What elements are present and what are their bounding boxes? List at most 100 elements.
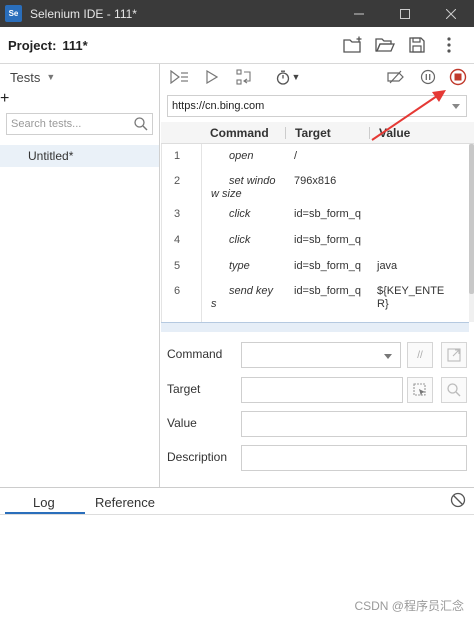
- window-controls: [336, 0, 474, 27]
- row-value: java: [377, 260, 398, 272]
- main-editor: ▼ Command Target Value 1 open /: [161, 64, 474, 487]
- table-row[interactable]: 2 set windo w size 796x816: [162, 175, 470, 207]
- value-input[interactable]: [242, 412, 466, 436]
- column-divider[interactable]: [285, 127, 286, 139]
- open-folder-icon: [375, 38, 395, 52]
- row-command: type: [229, 260, 250, 272]
- header-value: Value: [379, 126, 411, 140]
- tests-section-label: Tests: [10, 69, 41, 85]
- row-command: open: [229, 150, 254, 162]
- run-current-test-button[interactable]: [203, 67, 221, 87]
- row-command: set windo w size: [211, 175, 276, 200]
- test-item-label: Untitled*: [28, 149, 74, 163]
- row-command: click: [229, 208, 251, 220]
- table-row[interactable]: 1 open /: [162, 150, 470, 174]
- target-input[interactable]: [242, 378, 402, 402]
- more-options-button[interactable]: [438, 34, 460, 56]
- log-panel: Log Reference CSDN @程序员汇念: [0, 487, 474, 617]
- watermark: CSDN @程序员汇念: [354, 599, 464, 613]
- new-project-button[interactable]: [342, 34, 364, 56]
- table-row[interactable]: 6 send key s id=sb_form_q ${KEY_ENTE R}: [162, 285, 470, 317]
- command-rows: 1 open / 2 set windo w size 796x816 3 cl…: [161, 144, 469, 322]
- row-target: id=sb_form_q: [294, 208, 361, 220]
- table-row[interactable]: 3 click id=sb_form_q: [162, 208, 470, 232]
- base-url-input[interactable]: [168, 100, 438, 112]
- new-folder-icon: [343, 36, 362, 53]
- row-target: id=sb_form_q: [294, 234, 361, 246]
- description-label: Description: [167, 450, 228, 464]
- open-project-button[interactable]: [374, 34, 396, 56]
- row-number: 3: [174, 208, 181, 220]
- stopwatch-icon: [276, 70, 289, 85]
- select-element-icon: [413, 383, 426, 396]
- scrollbar-thumb[interactable]: [469, 144, 474, 294]
- table-row[interactable]: 4 click id=sb_form_q: [162, 234, 470, 258]
- chevron-down-icon[interactable]: [452, 104, 460, 109]
- project-label: Project:: [8, 37, 57, 53]
- test-speed-button[interactable]: ▼: [274, 67, 302, 87]
- command-combobox: [241, 342, 401, 368]
- column-divider[interactable]: [369, 127, 370, 139]
- test-item-untitled[interactable]: Untitled*: [0, 145, 159, 167]
- stop-recording-button[interactable]: [448, 67, 468, 87]
- clear-log-button[interactable]: [450, 492, 466, 513]
- add-test-button[interactable]: +: [0, 90, 9, 107]
- step-icon: [236, 69, 251, 85]
- base-url-combobox: [167, 95, 467, 117]
- project-actions: [342, 34, 460, 56]
- description-field: [241, 445, 467, 471]
- tab-reference[interactable]: Reference: [95, 495, 155, 510]
- search-icon[interactable]: [134, 117, 148, 131]
- chevron-down-icon[interactable]: [384, 354, 392, 359]
- toggle-comment-button[interactable]: //: [407, 342, 433, 368]
- tests-sidebar: Tests ▼ + Untitled*: [0, 64, 160, 487]
- caret-down-icon: ▼: [291, 72, 301, 82]
- search-icon: [447, 383, 461, 397]
- value-field: [241, 411, 467, 437]
- table-scrollbar[interactable]: [469, 144, 474, 322]
- comment-button-label: //: [417, 349, 423, 361]
- minimize-icon: [354, 13, 364, 14]
- close-window-button[interactable]: [428, 0, 474, 27]
- disable-breakpoints-button[interactable]: [386, 67, 406, 87]
- maximize-button[interactable]: [382, 0, 428, 27]
- step-over-button[interactable]: [235, 67, 255, 87]
- row-number: 5: [174, 260, 181, 272]
- tests-dropdown[interactable]: Tests ▼: [0, 64, 159, 90]
- pause-button[interactable]: [419, 67, 437, 87]
- save-icon: [409, 37, 425, 53]
- command-input[interactable]: [242, 343, 400, 367]
- tab-log[interactable]: Log: [33, 495, 55, 510]
- table-row[interactable]: 5 type id=sb_form_q java: [162, 260, 470, 284]
- new-command-row[interactable]: [161, 322, 469, 332]
- find-target-button[interactable]: [441, 377, 467, 403]
- row-target: id=sb_form_q: [294, 260, 361, 272]
- description-input[interactable]: [242, 446, 466, 470]
- row-target: /: [294, 150, 298, 162]
- play-icon: [206, 70, 218, 84]
- minimize-button[interactable]: [336, 0, 382, 27]
- caret-down-icon: ▼: [46, 72, 56, 82]
- selenium-logo: Se: [5, 5, 22, 22]
- run-all-tests-button[interactable]: [169, 67, 191, 87]
- row-number: 2: [174, 175, 181, 187]
- kebab-menu-icon: [447, 37, 451, 53]
- stop-record-icon: [449, 68, 467, 86]
- open-reference-button[interactable]: [441, 342, 467, 368]
- pause-icon: [420, 69, 436, 85]
- table-header: Command Target Value: [161, 122, 474, 144]
- command-label: Command: [167, 347, 223, 361]
- save-project-button[interactable]: [406, 34, 428, 56]
- row-number: 1: [174, 150, 181, 162]
- row-command: click: [229, 234, 251, 246]
- select-target-button[interactable]: [407, 377, 433, 403]
- project-name[interactable]: 111*: [62, 38, 87, 53]
- maximize-icon: [400, 8, 410, 19]
- breakpoint-disabled-icon: [387, 70, 404, 84]
- search-tests-input[interactable]: [7, 118, 127, 130]
- window-titlebar: Se Selenium IDE - 111*: [0, 0, 474, 27]
- commands-table: Command Target Value 1 open / 2 set wind…: [161, 122, 474, 332]
- row-value: ${KEY_ENTE R}: [377, 285, 445, 310]
- row-number: 6: [174, 285, 181, 297]
- header-target: Target: [295, 126, 331, 140]
